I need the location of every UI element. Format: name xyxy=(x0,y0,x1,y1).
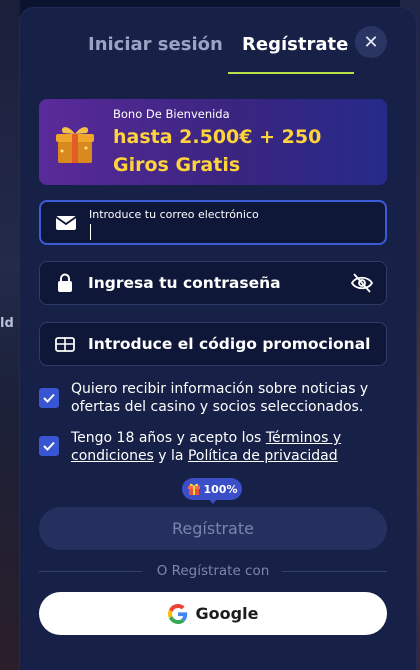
privacy-link[interactable]: Política de privacidad xyxy=(188,448,338,464)
terms-prefix: Tengo 18 años y acepto los xyxy=(71,430,266,446)
bonus-offer: hasta 2.500€ + 250 Giros Gratis xyxy=(113,126,322,176)
marketing-consent-text: Quiero recibir información sobre noticia… xyxy=(71,381,369,415)
marketing-checkbox[interactable] xyxy=(39,388,59,408)
welcome-bonus-banner: Bono De Bienvenida hasta 2.500€ + 250 Gi… xyxy=(39,99,387,185)
terms-checkbox[interactable] xyxy=(39,436,59,456)
eye-off-icon[interactable] xyxy=(350,272,374,294)
tab-register[interactable]: Regístrate xyxy=(242,34,348,55)
gift-small-icon xyxy=(187,483,200,495)
terms-middle: y la xyxy=(153,448,188,464)
text-caret xyxy=(90,224,91,240)
register-modal: Iniciar sesión Regístrate ✕ Bono De Bien… xyxy=(20,8,416,670)
email-label: Introduce tu correo electrónico xyxy=(89,208,259,221)
background-left-text: ld xyxy=(0,316,14,331)
background-left xyxy=(0,0,20,670)
bonus-progress-badge: 100% xyxy=(182,478,242,504)
promo-code-field[interactable]: Introduce el código promocional xyxy=(39,322,387,366)
active-tab-underline xyxy=(228,72,354,74)
promo-placeholder: Introduce el código promocional xyxy=(88,335,371,353)
close-icon: ✕ xyxy=(363,31,379,53)
password-placeholder: Ingresa tu contraseña xyxy=(88,274,281,292)
badge-value: 100% xyxy=(203,482,238,496)
register-submit-button[interactable]: Regístrate xyxy=(39,507,387,550)
terms-consent-text: Tengo 18 años y acepto los Términos y co… xyxy=(71,429,391,465)
close-button[interactable]: ✕ xyxy=(355,26,387,58)
google-logo-icon xyxy=(167,603,187,624)
tab-login[interactable]: Iniciar sesión xyxy=(88,34,223,55)
bonus-label: Bono De Bienvenida xyxy=(113,107,230,121)
checkmark-icon xyxy=(43,393,55,403)
lock-icon xyxy=(58,273,72,292)
google-signin-button[interactable]: Google xyxy=(39,592,387,635)
email-field[interactable]: Introduce tu correo electrónico xyxy=(39,200,387,245)
divider-right xyxy=(282,571,387,572)
google-label: Google xyxy=(195,604,259,623)
checkmark-icon xyxy=(43,441,55,451)
envelope-icon xyxy=(55,216,77,230)
password-field[interactable]: Ingresa tu contraseña xyxy=(39,261,387,305)
gift-icon xyxy=(56,127,94,163)
ticket-icon xyxy=(55,337,75,352)
